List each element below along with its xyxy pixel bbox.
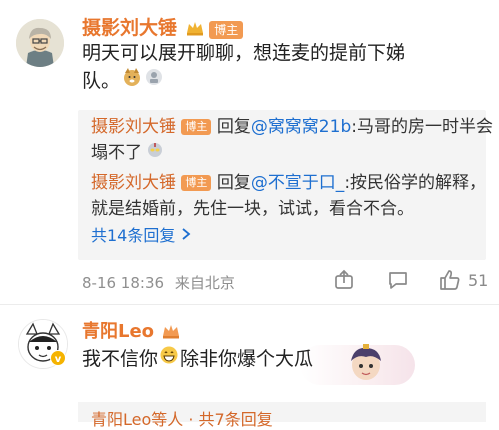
thumb-emoji-icon bbox=[144, 67, 164, 95]
comment-username[interactable]: 摄影刘大锤 bbox=[82, 17, 177, 39]
blogger-badge: 博主 bbox=[181, 175, 212, 191]
thumbs-up-icon bbox=[440, 270, 460, 290]
reply-prefix: 回复 bbox=[216, 117, 251, 137]
more-replies-label: 共14条回复 bbox=[91, 226, 176, 245]
svg-text:v: v bbox=[55, 354, 62, 365]
comment-button[interactable] bbox=[386, 268, 410, 296]
like-count: 51 bbox=[468, 270, 489, 290]
doge-emoji-icon bbox=[122, 67, 142, 95]
avatar-illustration bbox=[16, 19, 64, 67]
member-crown-icon bbox=[162, 323, 180, 343]
reply-text: :按民俗学的解释， bbox=[344, 173, 487, 193]
reply-item-continued: 塌不了 bbox=[91, 140, 163, 166]
reply-item[interactable]: 摄影刘大锤 博主 回复@窝窝窝21b:马哥的房一时半会 bbox=[91, 114, 493, 140]
blogger-badge: 博主 bbox=[209, 20, 244, 39]
avatar[interactable] bbox=[16, 19, 64, 67]
like-button[interactable]: 51 bbox=[438, 268, 488, 292]
chevron-right-icon bbox=[181, 223, 191, 249]
ultraman-emoji-icon bbox=[147, 140, 163, 166]
reply-username[interactable]: 摄影刘大锤 bbox=[91, 173, 176, 193]
reply-thread: 摄影刘大锤 博主 回复@窝窝窝21b:马哥的房一时半会 塌不了 摄影刘大锤 博主… bbox=[78, 110, 493, 260]
mention-link[interactable]: @不宣于口_ bbox=[251, 173, 345, 193]
verified-badge-icon: v bbox=[50, 350, 66, 370]
crown-icon bbox=[186, 20, 204, 40]
reply-item[interactable]: 摄影刘大锤 博主 回复@不宣于口_:按民俗学的解释， bbox=[91, 170, 486, 196]
reply-text: 就是结婚前，先住一块，试试，看合不合。 bbox=[91, 199, 414, 219]
grin-emoji-icon bbox=[159, 345, 179, 373]
comment-icon bbox=[389, 272, 407, 289]
share-button[interactable] bbox=[332, 268, 356, 296]
divider bbox=[0, 304, 499, 305]
reply-item-continued: 就是结婚前，先住一块，试试，看合不合。 bbox=[91, 196, 414, 222]
timestamp: 8-16 18:36 bbox=[82, 274, 165, 292]
more-replies-link[interactable]: 共14条回复 bbox=[91, 223, 191, 249]
comment-text: 明天可以展开聊聊，想连麦的提前下娣 队。 bbox=[82, 39, 482, 95]
comment-text: 我不信你 除非你爆个大瓜 bbox=[82, 345, 313, 373]
comment-text-line: 队。 bbox=[82, 70, 121, 92]
comment-text-part: 我不信你 bbox=[82, 348, 159, 370]
partial-reply-footer: 青阳Leo等人 · 共7条回复 bbox=[91, 410, 273, 429]
reply-username[interactable]: 摄影刘大锤 bbox=[91, 117, 176, 137]
comment-text-part: 除非你爆个大瓜 bbox=[180, 348, 314, 370]
comment-username[interactable]: 青阳Leo bbox=[82, 321, 154, 342]
comment-text-line: 明天可以展开聊聊，想连麦的提前下娣 bbox=[82, 42, 406, 64]
blogger-badge: 博主 bbox=[181, 119, 212, 135]
cartoon-sticker-icon bbox=[342, 343, 390, 393]
reply-text: :马哥的房一时半会 bbox=[351, 117, 493, 137]
share-icon bbox=[335, 269, 353, 289]
reply-text: 塌不了 bbox=[91, 143, 142, 163]
mention-link[interactable]: @窝窝窝21b bbox=[251, 117, 351, 137]
reply-prefix: 回复 bbox=[216, 173, 251, 193]
reply-thread-partial[interactable]: 青阳Leo等人 · 共7条回复 bbox=[78, 402, 486, 429]
location: 来自北京 bbox=[174, 274, 235, 292]
